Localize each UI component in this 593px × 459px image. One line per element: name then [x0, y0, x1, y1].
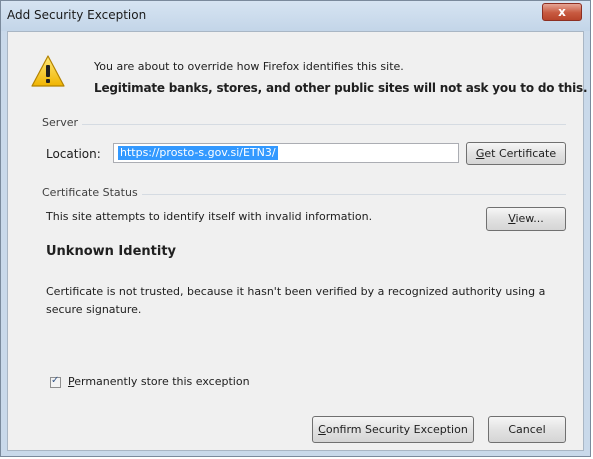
warning-icon [31, 55, 65, 87]
certificate-detail-text: Certificate is not trusted, because it h… [46, 285, 546, 316]
confirm-security-exception-button[interactable]: Confirm Security Exception [312, 416, 474, 443]
permanent-label-text: ermanently store this exception [74, 375, 250, 388]
permanent-checkbox[interactable]: ✓ [50, 375, 61, 388]
unknown-identity-heading: Unknown Identity [46, 244, 177, 259]
cancel-button[interactable]: Cancel [488, 416, 566, 443]
title-bar[interactable]: Add Security Exception x [1, 1, 590, 31]
location-input[interactable]: https://prosto-s.gov.si/ETN3/ [113, 143, 459, 163]
check-icon: ✓ [51, 375, 60, 386]
window-title: Add Security Exception [7, 8, 147, 22]
location-value: https://prosto-s.gov.si/ETN3/ [118, 146, 278, 160]
permanent-checkbox-label[interactable]: Permanently store this exception [68, 375, 250, 388]
close-button[interactable]: x [542, 3, 582, 21]
close-icon: x [558, 5, 566, 19]
intro-text: You are about to override how Firefox id… [94, 60, 404, 73]
view-label: iew... [515, 212, 544, 225]
get-certificate-label: et Certificate [484, 147, 557, 160]
status-group-label: Certificate Status [42, 186, 142, 199]
intro-warning: Legitimate banks, stores, and other publ… [94, 81, 588, 95]
server-group-rule [46, 124, 566, 125]
location-label: Location: [46, 147, 101, 161]
view-button[interactable]: View... [486, 207, 566, 231]
get-certificate-button[interactable]: Get Certificate [466, 142, 566, 165]
cancel-label: Cancel [508, 423, 546, 436]
server-group-label: Server [42, 116, 83, 129]
confirm-accel: C [318, 423, 326, 436]
status-text: This site attempts to identify itself wi… [46, 210, 373, 223]
confirm-label: onfirm Security Exception [325, 423, 468, 436]
